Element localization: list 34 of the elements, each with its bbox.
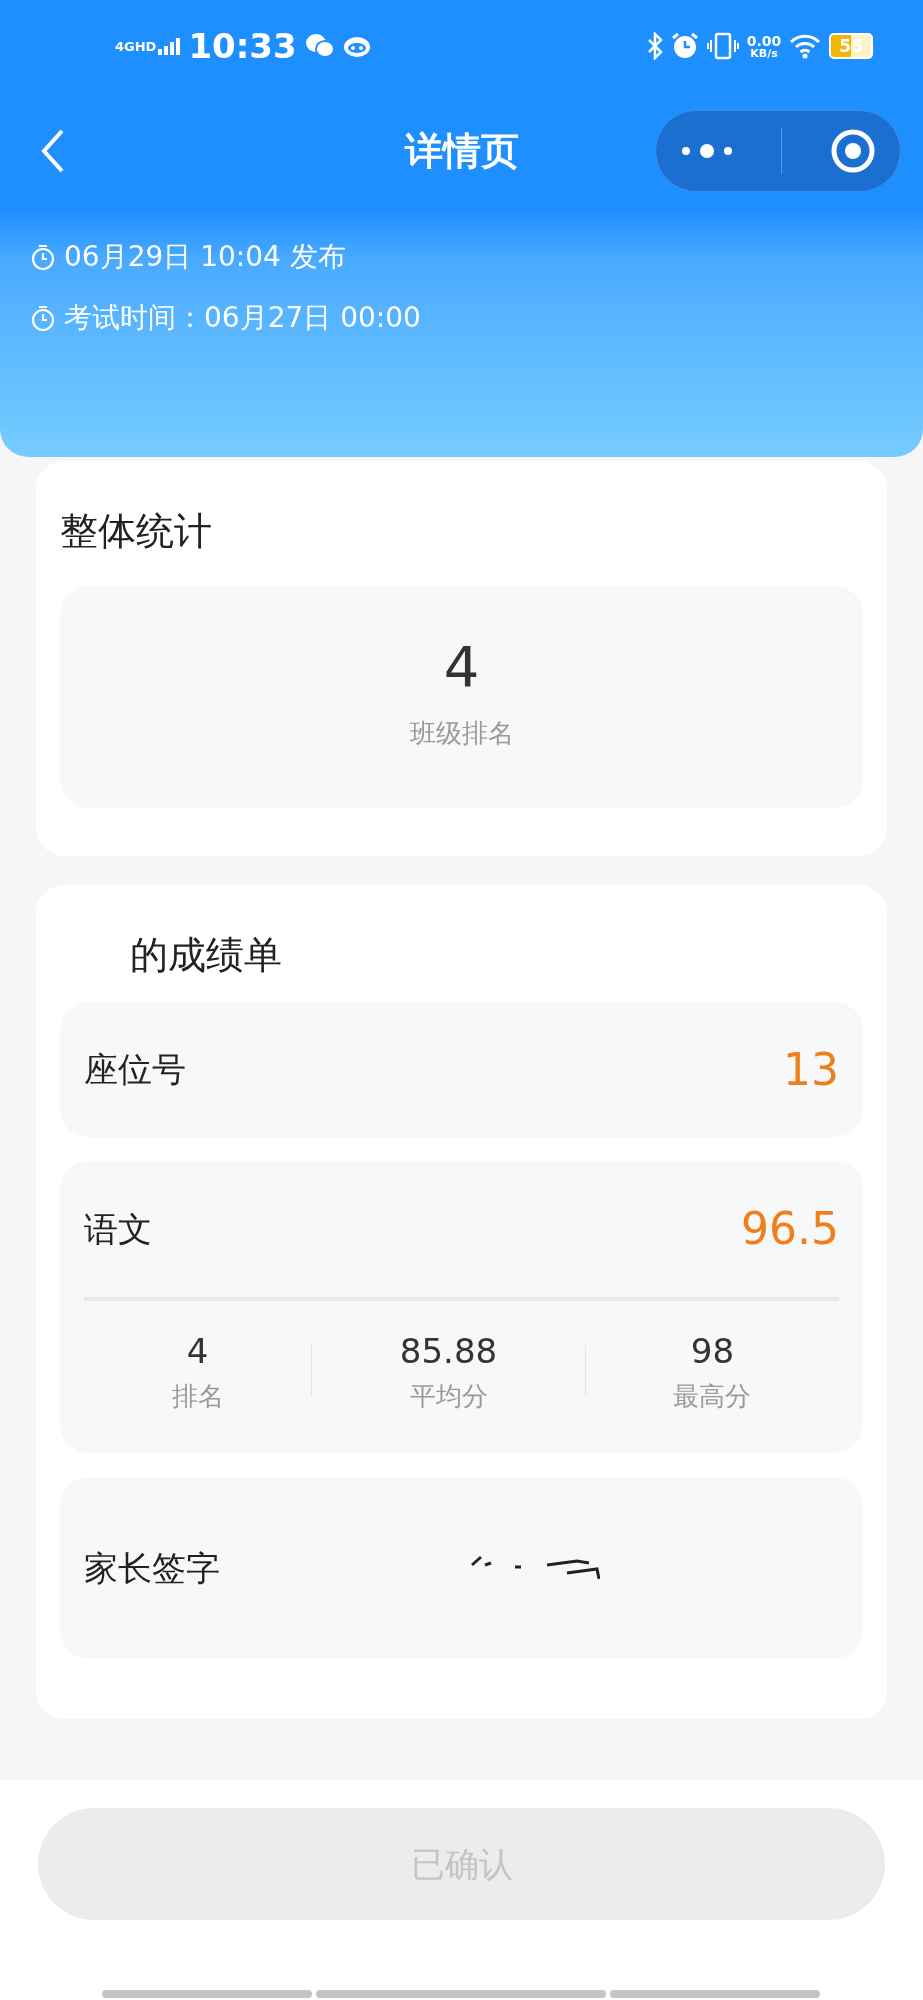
speed-unit: KB/s [750, 47, 778, 59]
seat-label: 座位号 [84, 1048, 186, 1091]
stat-value: 98 [690, 1330, 734, 1373]
clock-time: 10:33 [188, 24, 297, 68]
wifi-icon [789, 33, 822, 59]
face-icon [342, 34, 371, 58]
stat-label: 排名 [171, 1380, 224, 1413]
subject-label: 语文 [84, 1207, 152, 1251]
page-title: 详情页 [404, 128, 519, 173]
info-text: 考试时间：06月27日 00:00 [64, 299, 421, 336]
bluetooth-icon [646, 32, 663, 60]
stat-label: 最高分 [673, 1380, 752, 1413]
seat-value: 13 [783, 1042, 839, 1097]
stat-value: 4 [186, 1330, 209, 1373]
rank-label: 班级排名 [409, 716, 514, 750]
score-value: 96.5 [741, 1202, 839, 1256]
battery-indicator: 55 [829, 33, 873, 59]
stat-value: 85.88 [399, 1330, 498, 1373]
network-label: 4GHD [115, 39, 157, 53]
more-icon[interactable] [679, 142, 734, 160]
stat-label: 平均分 [409, 1380, 488, 1413]
close-target-icon[interactable] [830, 128, 877, 174]
vibrate-icon [706, 32, 739, 60]
signal-icon [158, 37, 181, 55]
signature-label: 家长签字 [84, 1546, 220, 1590]
info-text: 06月29日 10:04 发布 [64, 238, 346, 275]
card-title: 整体统计 [60, 508, 213, 555]
card-title: 的成绩单 [129, 933, 282, 977]
timer-icon [30, 242, 56, 271]
rank-value: 4 [443, 636, 480, 698]
back-icon[interactable] [40, 128, 66, 174]
timer-icon [30, 303, 56, 332]
alarm-icon [670, 32, 699, 60]
network-speed: 0.00 [746, 33, 782, 48]
